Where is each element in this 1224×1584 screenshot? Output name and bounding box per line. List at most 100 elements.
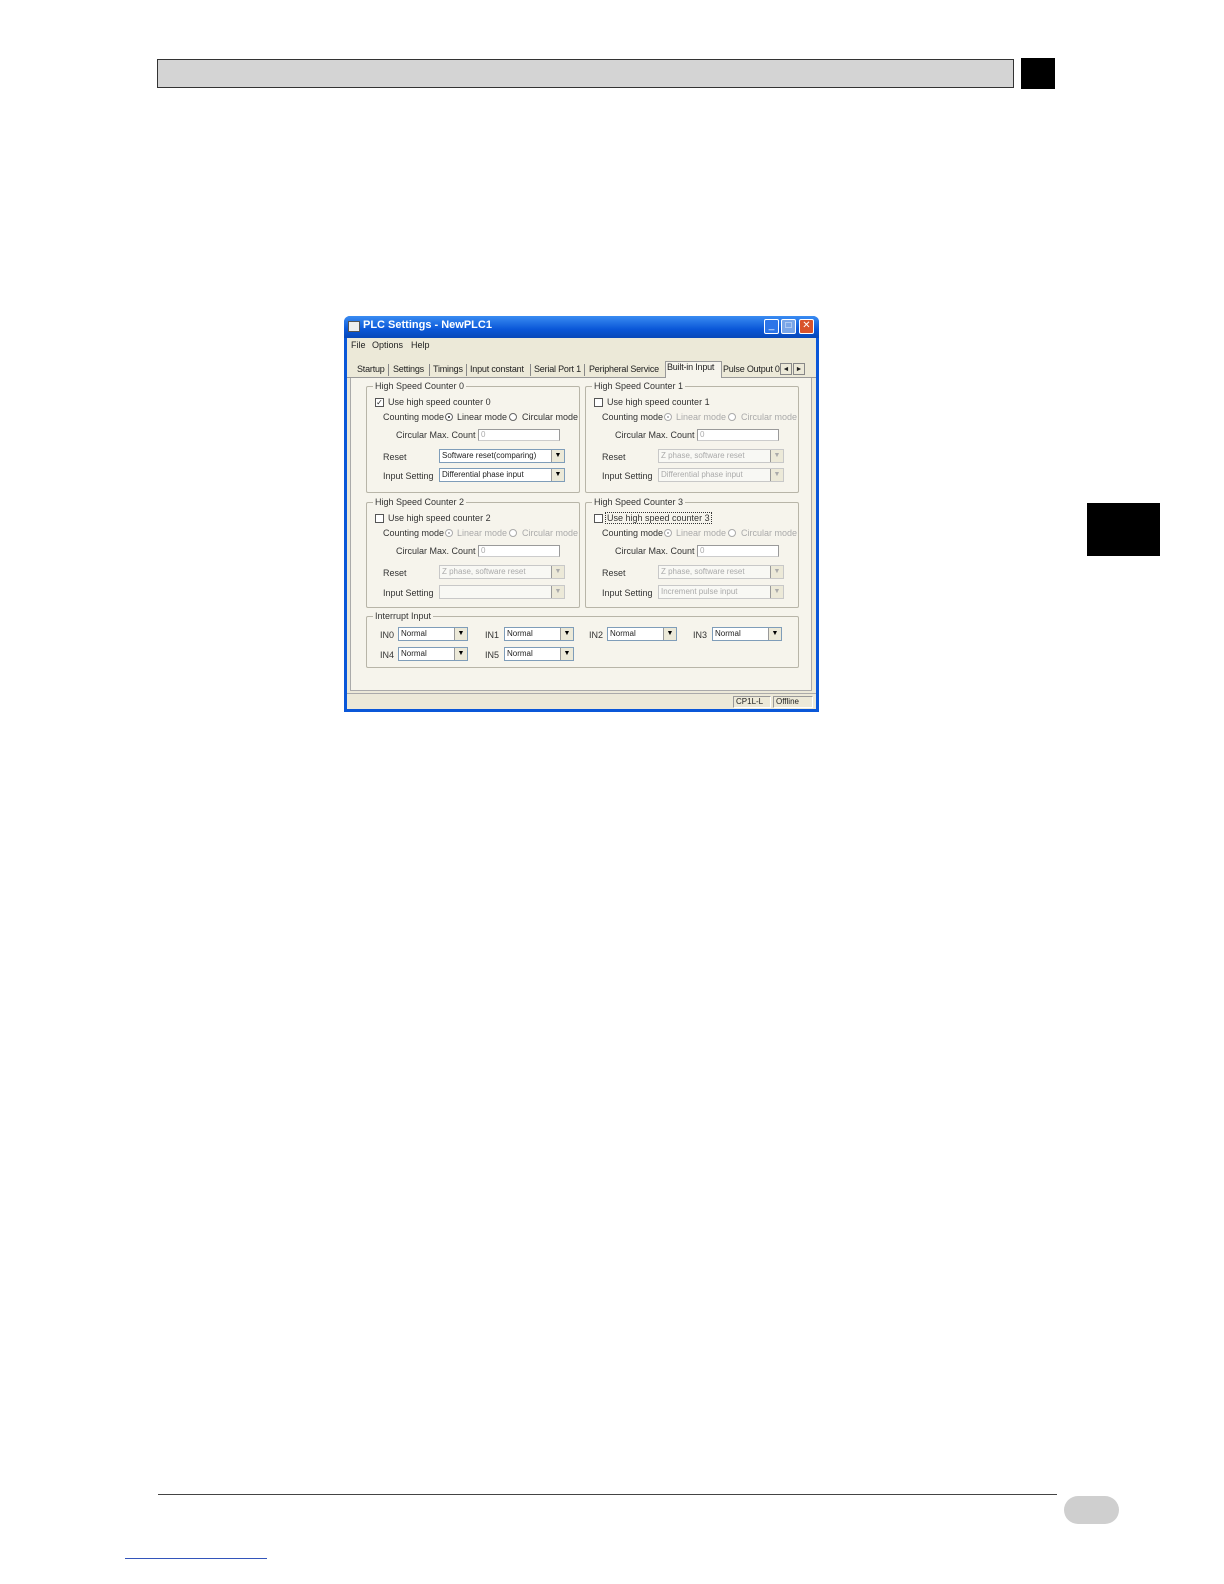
- hsc0-circular-max-field[interactable]: 0: [478, 429, 560, 441]
- hsc0-circular-radio[interactable]: [509, 413, 517, 421]
- hsc3-counting-mode-label: Counting mode: [602, 528, 664, 538]
- tab-input-constant[interactable]: Input constant: [470, 364, 524, 374]
- chevron-down-icon: ▼: [768, 628, 781, 640]
- hsc0-use-checkbox[interactable]: ✓: [375, 398, 384, 407]
- plc-settings-window: PLC Settings - NewPLC1 _ □ ✕ File Option…: [344, 316, 819, 712]
- hsc3-use-checkbox[interactable]: [594, 514, 603, 523]
- close-button[interactable]: ✕: [799, 319, 814, 334]
- tab-scroll-right-button[interactable]: ►: [793, 363, 805, 375]
- chevron-down-icon: ▼: [663, 628, 676, 640]
- chevron-down-icon: ▼: [454, 648, 467, 660]
- chevron-down-icon: ▼: [770, 566, 783, 578]
- in0-select[interactable]: Normal ▼: [398, 627, 468, 641]
- hsc2-circular-radio[interactable]: [509, 529, 517, 537]
- chevron-down-icon: ▼: [770, 586, 783, 598]
- hsc3-circular-label: Circular mode: [741, 528, 798, 538]
- hsc1-linear-label: Linear mode: [676, 412, 727, 422]
- maximize-button[interactable]: □: [781, 319, 796, 334]
- in2-select[interactable]: Normal ▼: [607, 627, 677, 641]
- hsc0-input-setting-select[interactable]: Differential phase input ▼: [439, 468, 565, 482]
- tab-pulse-output-0[interactable]: Pulse Output 0: [723, 364, 780, 374]
- hsc1-counting-mode-label: Counting mode: [602, 412, 664, 422]
- in2-label: IN2: [589, 630, 604, 640]
- tab-scroll-left-button[interactable]: ◄: [780, 363, 792, 375]
- hsc3-circular-max-field[interactable]: 0: [697, 545, 779, 557]
- hsc0-input-setting-value: Differential phase input: [442, 470, 524, 479]
- tab-serial-port-1[interactable]: Serial Port 1: [534, 364, 581, 374]
- tab-peripheral-service[interactable]: Peripheral Service: [589, 364, 659, 374]
- chevron-down-icon: ▼: [770, 469, 783, 481]
- in1-value: Normal: [507, 629, 533, 638]
- hsc3-use-label: Use high speed counter 3: [605, 512, 712, 524]
- hsc1-reset-label: Reset: [602, 452, 626, 462]
- hsc0-group: High Speed Counter 0 ✓ Use high speed co…: [366, 381, 580, 493]
- in3-label: IN3: [693, 630, 708, 640]
- menu-file[interactable]: File: [351, 340, 366, 350]
- menu-options[interactable]: Options: [372, 340, 403, 350]
- tab-settings[interactable]: Settings: [393, 364, 424, 374]
- in0-value: Normal: [401, 629, 427, 638]
- hsc2-circular-max-label: Circular Max. Count: [396, 546, 476, 556]
- hsc3-reset-label: Reset: [602, 568, 626, 578]
- hsc3-reset-value: Z phase, software reset: [661, 567, 745, 576]
- in5-label: IN5: [485, 650, 500, 660]
- hsc3-linear-label: Linear mode: [676, 528, 727, 538]
- hsc1-input-setting-label: Input Setting: [602, 471, 653, 481]
- in4-select[interactable]: Normal ▼: [398, 647, 468, 661]
- hsc0-reset-value: Software reset(comparing): [442, 451, 537, 460]
- hsc2-input-setting-select[interactable]: ▼: [439, 585, 565, 599]
- hsc3-input-setting-select[interactable]: Increment pulse input ▼: [658, 585, 784, 599]
- hsc3-input-setting-label: Input Setting: [602, 588, 653, 598]
- hsc1-title: High Speed Counter 1: [592, 381, 686, 391]
- hsc2-reset-select[interactable]: Z phase, software reset ▼: [439, 565, 565, 579]
- hsc1-circular-radio[interactable]: [728, 413, 736, 421]
- hsc3-linear-radio[interactable]: [664, 529, 672, 537]
- hsc2-circular-max-field[interactable]: 0: [478, 545, 560, 557]
- tab-separator: [466, 364, 467, 376]
- hsc3-reset-select[interactable]: Z phase, software reset ▼: [658, 565, 784, 579]
- in5-value: Normal: [507, 649, 533, 658]
- hsc0-reset-select[interactable]: Software reset(comparing) ▼: [439, 449, 565, 463]
- hsc2-use-label: Use high speed counter 2: [388, 513, 491, 523]
- tab-separator: [388, 364, 389, 376]
- hsc2-linear-radio[interactable]: [445, 529, 453, 537]
- header-bar: [157, 59, 1014, 88]
- in5-select[interactable]: Normal ▼: [504, 647, 574, 661]
- hsc2-use-checkbox[interactable]: [375, 514, 384, 523]
- page-number-badge: [1064, 1496, 1119, 1524]
- hsc3-input-setting-value: Increment pulse input: [661, 587, 738, 596]
- hsc1-input-setting-select[interactable]: Differential phase input ▼: [658, 468, 784, 482]
- chevron-down-icon: ▼: [770, 450, 783, 462]
- hsc1-circular-max-field[interactable]: 0: [697, 429, 779, 441]
- hsc0-linear-radio[interactable]: [445, 413, 453, 421]
- minimize-button[interactable]: _: [764, 319, 779, 334]
- hsc3-circular-radio[interactable]: [728, 529, 736, 537]
- chevron-down-icon: ▼: [551, 469, 564, 481]
- in4-label: IN4: [380, 650, 395, 660]
- hsc2-linear-label: Linear mode: [457, 528, 508, 538]
- hsc0-reset-label: Reset: [383, 452, 407, 462]
- hsc1-linear-radio[interactable]: [664, 413, 672, 421]
- menu-help[interactable]: Help: [411, 340, 430, 350]
- hsc3-group: High Speed Counter 3 Use high speed coun…: [585, 497, 799, 608]
- in3-select[interactable]: Normal ▼: [712, 627, 782, 641]
- hsc0-title: High Speed Counter 0: [373, 381, 467, 391]
- interrupt-input-group: Interrupt Input IN0 Normal ▼ IN1 Normal …: [366, 611, 799, 668]
- header-marker: [1021, 58, 1055, 89]
- title-bar[interactable]: PLC Settings - NewPLC1 _ □ ✕: [344, 316, 819, 338]
- hsc0-counting-mode-label: Counting mode: [383, 412, 445, 422]
- hsc1-use-checkbox[interactable]: [594, 398, 603, 407]
- hsc1-input-setting-value: Differential phase input: [661, 470, 743, 479]
- menu-bar: File Options Help: [347, 338, 816, 353]
- hsc2-title: High Speed Counter 2: [373, 497, 467, 507]
- hsc0-linear-label: Linear mode: [457, 412, 508, 422]
- tab-separator: [429, 364, 430, 376]
- in1-select[interactable]: Normal ▼: [504, 627, 574, 641]
- footer-rule: [158, 1494, 1057, 1495]
- tab-built-in-input[interactable]: Built-in Input: [667, 362, 714, 372]
- hsc2-group: High Speed Counter 2 Use high speed coun…: [366, 497, 580, 608]
- hsc3-title: High Speed Counter 3: [592, 497, 686, 507]
- tab-startup[interactable]: Startup: [357, 364, 385, 374]
- hsc1-reset-select[interactable]: Z phase, software reset ▼: [658, 449, 784, 463]
- tab-timings[interactable]: Timings: [433, 364, 463, 374]
